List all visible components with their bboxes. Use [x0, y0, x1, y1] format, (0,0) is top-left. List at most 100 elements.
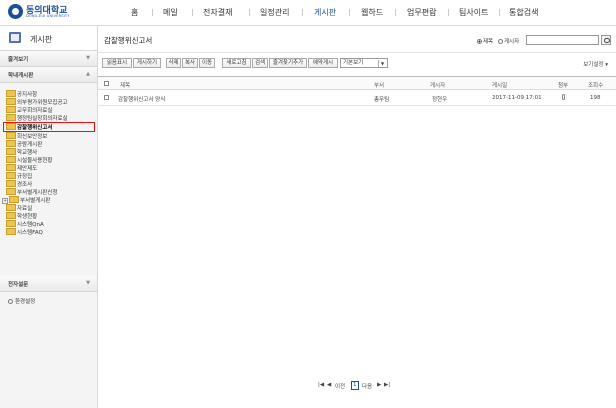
top-header: 동의대학교 DONG-EUI UNIVERSITY 홈 메일 전자결재 일정관리…	[0, 0, 616, 26]
radio-label: 게시자	[504, 39, 520, 45]
row-dept: 총무팀	[374, 97, 390, 103]
tree-item-system-qna[interactable]: 시스템QnA	[6, 220, 44, 228]
tree-item-academic-meeting[interactable]: 교무회의자료실	[6, 106, 52, 114]
post-button[interactable]: 게시하기	[133, 58, 161, 68]
folder-icon	[6, 164, 16, 171]
nav-webhard[interactable]: 웹하드	[361, 7, 383, 18]
col-author[interactable]: 게시자	[430, 81, 445, 89]
chevron-down-icon: ▼	[378, 60, 386, 67]
nav-divider	[249, 9, 250, 16]
col-date[interactable]: 게시일	[492, 81, 507, 89]
nav-approval[interactable]: 전자결재	[203, 7, 232, 18]
chevron-up-icon[interactable]: ▲	[86, 71, 90, 77]
view-settings-link[interactable]: 보기설정 ▾	[583, 60, 608, 68]
tree-item-external-eval[interactable]: 외부평가위원모집공고	[6, 98, 68, 106]
col-title[interactable]: 제목	[120, 81, 130, 89]
add-favorite-button[interactable]: 즐겨찾기추가	[269, 58, 307, 68]
mark-read-button[interactable]: 읽음표시	[102, 58, 132, 68]
radio-search-author[interactable]: 게시자	[498, 37, 519, 45]
section-survey[interactable]: 전자설문 ▼	[0, 276, 97, 292]
tree-item-admin-meeting[interactable]: 행정팀실장회의자료실	[6, 114, 68, 122]
copy-button[interactable]: 복사	[182, 58, 198, 68]
folder-icon	[6, 132, 16, 139]
search-toolbar-button[interactable]: 검색	[252, 58, 268, 68]
chevron-down-icon[interactable]: ▼	[86, 55, 90, 61]
delete-button[interactable]: 삭제	[166, 58, 181, 68]
nav-search[interactable]: 통합검색	[509, 7, 538, 18]
first-page-icon[interactable]: |◀	[318, 382, 324, 388]
gear-icon	[8, 299, 13, 304]
tree-item-student-status[interactable]: 학생현황	[6, 212, 37, 220]
folder-icon	[6, 212, 16, 219]
section-favorites[interactable]: 즐겨보기 ▼	[0, 51, 97, 67]
section-favorites-label: 즐겨보기	[8, 57, 29, 63]
nav-home[interactable]: 홈	[131, 7, 138, 18]
move-button[interactable]: 이동	[199, 58, 215, 68]
university-logo[interactable]: 동의대학교 DONG-EUI UNIVERSITY	[8, 3, 88, 22]
last-page-icon[interactable]: ▶|	[384, 382, 390, 388]
nav-manual[interactable]: 업무편람	[407, 7, 436, 18]
folder-icon	[9, 196, 19, 203]
tree-item-dept-board[interactable]: + 부서별게시판	[2, 196, 50, 204]
tree-item-label: 시스템FAQ	[17, 230, 43, 236]
nav-divider	[395, 9, 396, 16]
view-mode-select[interactable]: 기본보기 ▼	[340, 58, 388, 68]
folder-icon	[6, 140, 16, 147]
tree-item-system-faq[interactable]: 시스템FAQ	[6, 228, 43, 236]
sidebar-title: 게시판	[30, 35, 53, 44]
tree-item-facility-usage[interactable]: 시설물사용현황	[6, 156, 52, 164]
current-page[interactable]: 1	[351, 381, 359, 390]
nav-mail[interactable]: 메일	[163, 7, 178, 18]
col-dept[interactable]: 부서	[374, 81, 384, 89]
folder-icon	[6, 90, 16, 97]
nav-teamsite[interactable]: 팀사이트	[459, 7, 488, 18]
folder-icon	[6, 114, 16, 121]
radio-unchecked-icon	[498, 39, 503, 44]
folder-icon	[6, 180, 16, 187]
row-date: 2017-11-09 17:01	[492, 95, 542, 101]
table-row[interactable]: 감찰행위신고서 양식 총무팀 정현우 2017-11-09 17:01 198	[98, 90, 616, 106]
nav-divider	[192, 9, 193, 16]
logo-emblem-icon	[8, 4, 23, 19]
radio-search-title[interactable]: 제목	[477, 37, 493, 45]
select-all-checkbox[interactable]	[104, 81, 109, 86]
row-title[interactable]: 감찰행위신고서 양식	[118, 95, 165, 103]
tree-item-security-info[interactable]: 회신보안정보	[6, 132, 47, 140]
search-input[interactable]	[526, 35, 599, 45]
row-checkbox[interactable]	[104, 95, 109, 100]
section-survey-label: 전자설문	[8, 282, 29, 288]
view-mode-value: 기본보기	[343, 60, 364, 66]
scheduled-post-button[interactable]: 예약게시	[308, 58, 338, 68]
tree-item-regulations[interactable]: 규정집	[6, 172, 32, 180]
tree-item-family-events[interactable]: 경조사	[6, 180, 32, 188]
radio-checked-icon	[477, 39, 482, 44]
logo-subtitle: DONG-EUI UNIVERSITY	[26, 14, 70, 18]
settings-link[interactable]: 환경설정	[8, 297, 35, 305]
nav-divider	[152, 9, 153, 16]
folder-icon	[6, 220, 16, 227]
prev-page-link[interactable]: 이전	[335, 382, 345, 390]
tree-item-dept-board-request[interactable]: 부서별게시판신청	[6, 188, 57, 196]
nav-schedule[interactable]: 일정관리	[260, 7, 289, 18]
tree-item-suggestion[interactable]: 제안제도	[6, 164, 37, 172]
tree-item-archive[interactable]: 자료실	[6, 204, 32, 212]
tree-item-circulation-board[interactable]: 공람게시판	[6, 140, 42, 148]
next-page-icon[interactable]: ▶	[377, 382, 381, 388]
col-attach[interactable]: 첨부	[558, 81, 568, 89]
radio-label: 제목	[483, 39, 494, 45]
section-campus-board[interactable]: 학내게시판 ▲	[0, 67, 97, 83]
nav-board[interactable]: 게시판	[314, 7, 336, 18]
refresh-button[interactable]: 새로고침	[222, 58, 251, 68]
attachment-icon[interactable]	[562, 94, 565, 100]
chevron-down-icon[interactable]: ▼	[86, 280, 90, 286]
col-views[interactable]: 조회수	[588, 81, 603, 89]
prev-page-icon[interactable]: ◀	[327, 382, 331, 388]
search-button[interactable]	[601, 35, 611, 45]
row-author: 정현우	[432, 97, 448, 103]
folder-icon	[6, 172, 16, 179]
next-page-link[interactable]: 다음	[362, 382, 372, 390]
tree-item-school-events[interactable]: 학교행사	[6, 148, 37, 156]
table-header: 제목 부서 게시자 게시일 첨부 조회수	[98, 76, 616, 90]
folder-icon	[6, 148, 16, 155]
tree-item-notice[interactable]: 공지사항	[6, 90, 37, 98]
